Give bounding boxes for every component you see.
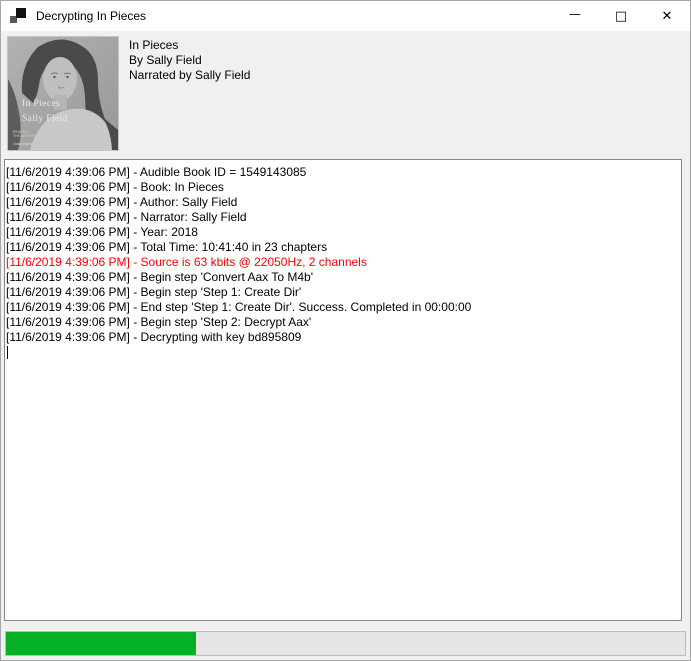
log-line: [11/6/2019 4:39:06 PM] - Book: In Pieces: [6, 180, 679, 195]
maximize-button[interactable]: □: [598, 1, 644, 31]
log-line: [11/6/2019 4:39:06 PM] - Begin step 'Ste…: [6, 285, 679, 300]
close-icon: ✕: [662, 10, 673, 23]
progress-fill: [6, 632, 196, 655]
progress-bar: [5, 631, 686, 656]
app-icon[interactable]: [10, 8, 26, 24]
app-icon-square-big: [16, 8, 26, 18]
window-title: Decrypting In Pieces: [36, 9, 552, 23]
log-line: [11/6/2019 4:39:06 PM] - Begin step 'Con…: [6, 270, 679, 285]
book-title: In Pieces: [129, 38, 250, 53]
log-line: [11/6/2019 4:39:06 PM] - Author: Sally F…: [6, 195, 679, 210]
maximize-icon: □: [615, 10, 627, 23]
caret-line: [6, 345, 679, 360]
book-info: In Pieces By Sally Field Narrated by Sal…: [129, 38, 250, 83]
text-caret: [7, 346, 8, 359]
log-line: [11/6/2019 4:39:06 PM] - Decrypting with…: [6, 330, 679, 345]
log-line: [11/6/2019 4:39:06 PM] - Audible Book ID…: [6, 165, 679, 180]
titlebar[interactable]: Decrypting In Pieces — □ ✕: [1, 1, 690, 31]
cover-readby-line2: THE AUTHOR: [13, 134, 35, 138]
minimize-icon: —: [569, 8, 581, 20]
book-cover-image: In Pieces Sally Field READ BY THE AUTHOR…: [8, 37, 118, 150]
close-button[interactable]: ✕: [644, 1, 690, 31]
log-line: [11/6/2019 4:39:06 PM] - Year: 2018: [6, 225, 679, 240]
cover-title-text: In Pieces: [22, 99, 60, 109]
cover-author-text: Sally Field: [22, 114, 68, 124]
app-window: Decrypting In Pieces — □ ✕: [0, 0, 691, 661]
book-narrator: Narrated by Sally Field: [129, 68, 250, 83]
minimize-button[interactable]: —: [552, 1, 598, 31]
log-line-alert: [11/6/2019 4:39:06 PM] - Source is 63 kb…: [6, 255, 679, 270]
log-textbox[interactable]: [11/6/2019 4:39:06 PM] - Audible Book ID…: [4, 159, 682, 621]
cover-face: [43, 57, 77, 101]
log-line: [11/6/2019 4:39:06 PM] - End step 'Step …: [6, 300, 679, 315]
book-author: By Sally Field: [129, 53, 250, 68]
window-controls: — □ ✕: [552, 1, 690, 31]
log-line: [11/6/2019 4:39:06 PM] - Total Time: 10:…: [6, 240, 679, 255]
log-line: [11/6/2019 4:39:06 PM] - Begin step 'Ste…: [6, 315, 679, 330]
cover-edition-text: Unabridged: [13, 142, 32, 146]
log-line: [11/6/2019 4:39:06 PM] - Narrator: Sally…: [6, 210, 679, 225]
